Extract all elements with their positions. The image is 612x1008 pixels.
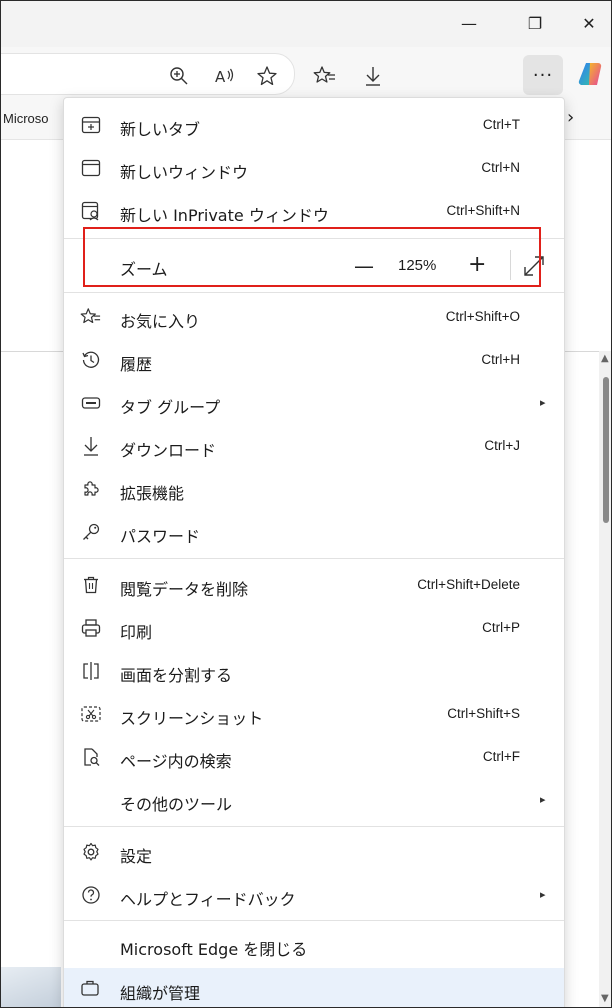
tab-group-icon xyxy=(80,392,102,414)
menu-item-label: その他のツール xyxy=(120,795,233,814)
scroll-up-icon[interactable]: ▲ xyxy=(601,353,609,364)
menu-item-shortcut: Ctrl+F xyxy=(482,749,520,764)
split-screen-icon xyxy=(80,660,102,682)
gear-icon xyxy=(80,841,102,863)
print-icon xyxy=(80,617,102,639)
menu-item-label: 新しいタブ xyxy=(120,120,201,139)
menu-item-extensions[interactable]: 拡張機能 xyxy=(64,468,564,510)
menu-item-label: タブ グループ xyxy=(120,398,221,417)
menu-item-label: ヘルプとフィードバック xyxy=(120,890,296,909)
history-icon xyxy=(80,349,102,371)
menu-separator xyxy=(64,826,564,827)
briefcase-icon xyxy=(80,978,100,1002)
menu-item-shortcut: Ctrl+T xyxy=(482,117,520,132)
title-bar: — ❐ ✕ xyxy=(1,1,611,47)
menu-item-favorites[interactable]: お気に入り Ctrl+Shift+O xyxy=(64,296,564,338)
menu-item-find-in-page[interactable]: ページ内の検索 Ctrl+F xyxy=(64,736,564,778)
managed-label: 組織が管理 xyxy=(120,984,201,1003)
page-image-fragment xyxy=(1,967,61,1007)
menu-item-label: ページ内の検索 xyxy=(120,752,232,771)
menu-item-shortcut: Ctrl+Shift+Delete xyxy=(417,577,520,592)
favorites-icon xyxy=(80,306,102,328)
read-aloud-icon[interactable]: A xyxy=(211,63,239,89)
menu-item-tab-groups[interactable]: タブ グループ ▸ xyxy=(64,382,564,424)
copilot-icon[interactable] xyxy=(577,59,607,89)
favorites-bar-chevron-icon[interactable]: › xyxy=(567,107,574,128)
screenshot-icon xyxy=(80,703,102,725)
download-icon xyxy=(80,435,102,457)
scroll-down-icon[interactable]: ▼ xyxy=(601,993,609,1004)
menu-item-label: Microsoft Edge を閉じる xyxy=(120,940,308,959)
trash-icon xyxy=(80,574,102,596)
minimize-button[interactable]: — xyxy=(449,7,489,39)
submenu-arrow-icon: ▸ xyxy=(540,396,546,409)
favorites-icon[interactable] xyxy=(311,63,339,89)
menu-item-label: 閲覧データを削除 xyxy=(120,580,249,599)
extensions-icon xyxy=(80,478,102,500)
downloads-icon[interactable] xyxy=(359,63,387,89)
browser-window: — ❐ ✕ A ··· Microso › ▲ ▼ 新しいタブ Ctrl+T 新… xyxy=(0,0,612,1008)
menu-item-new-window[interactable]: 新しいウィンドウ Ctrl+N xyxy=(64,147,564,189)
menu-item-print[interactable]: 印刷 Ctrl+P xyxy=(64,607,564,649)
restore-button[interactable]: ❐ xyxy=(515,7,555,39)
svg-text:A: A xyxy=(215,68,226,86)
submenu-arrow-icon: ▸ xyxy=(540,888,546,901)
menu-item-shortcut: Ctrl+H xyxy=(481,352,520,367)
menu-separator xyxy=(64,292,564,293)
help-icon xyxy=(80,884,102,906)
menu-item-shortcut: Ctrl+Shift+O xyxy=(445,309,520,324)
menu-item-label: 新しい InPrivate ウィンドウ xyxy=(120,206,329,225)
menu-item-clear-browsing-data[interactable]: 閲覧データを削除 Ctrl+Shift+Delete xyxy=(64,564,564,606)
menu-item-shortcut: Ctrl+N xyxy=(481,160,520,175)
menu-item-label: パスワード xyxy=(120,527,201,546)
address-bar[interactable] xyxy=(1,53,295,95)
favorites-bar-item[interactable]: Microso xyxy=(3,111,49,126)
toolbar: A ··· xyxy=(1,47,611,101)
menu-item-label: お気に入り xyxy=(120,312,201,331)
menu-item-label: 履歴 xyxy=(120,355,153,374)
menu-item-help-feedback[interactable]: ヘルプとフィードバック ▸ xyxy=(64,874,564,916)
menu-item-shortcut: Ctrl+Shift+N xyxy=(446,203,520,218)
new-tab-icon xyxy=(80,114,102,136)
menu-item-split-screen[interactable]: 画面を分割する xyxy=(64,650,564,692)
zoom-highlight-box xyxy=(83,227,541,287)
submenu-arrow-icon: ▸ xyxy=(540,793,546,806)
menu-item-label: 設定 xyxy=(120,847,153,866)
settings-and-more-button[interactable]: ··· xyxy=(523,55,563,95)
menu-item-label: スクリーンショット xyxy=(120,709,264,728)
menu-item-label: ダウンロード xyxy=(120,441,217,460)
menu-item-shortcut: Ctrl+J xyxy=(484,438,520,453)
menu-item-history[interactable]: 履歴 Ctrl+H xyxy=(64,339,564,381)
menu-item-passwords[interactable]: パスワード xyxy=(64,511,564,553)
menu-item-new-tab[interactable]: 新しいタブ Ctrl+T xyxy=(64,104,564,146)
menu-item-label: 画面を分割する xyxy=(120,666,233,685)
menu-item-settings[interactable]: 設定 xyxy=(64,831,564,873)
menu-item-close-edge[interactable]: Microsoft Edge を閉じる xyxy=(64,924,564,966)
key-icon xyxy=(80,521,102,543)
find-in-page-icon xyxy=(80,746,102,768)
menu-item-label: 印刷 xyxy=(120,623,153,642)
menu-item-more-tools[interactable]: その他のツール ▸ xyxy=(64,779,564,821)
new-window-icon xyxy=(80,157,102,179)
menu-item-shortcut: Ctrl+Shift+S xyxy=(447,706,520,721)
menu-separator xyxy=(64,920,564,921)
menu-item-label: 新しいウィンドウ xyxy=(120,163,249,182)
menu-item-downloads[interactable]: ダウンロード Ctrl+J xyxy=(64,425,564,467)
menu-item-label: 拡張機能 xyxy=(120,484,185,503)
menu-item-shortcut: Ctrl+P xyxy=(482,620,520,635)
add-favorite-icon[interactable] xyxy=(253,63,281,89)
zoom-indicator-icon[interactable] xyxy=(165,63,193,89)
menu-separator xyxy=(64,558,564,559)
managed-by-organization[interactable]: 組織が管理 xyxy=(64,968,564,1007)
scrollbar-thumb[interactable] xyxy=(603,377,609,523)
close-window-button[interactable]: ✕ xyxy=(569,7,609,39)
inprivate-icon xyxy=(80,200,102,222)
menu-item-screenshot[interactable]: スクリーンショット Ctrl+Shift+S xyxy=(64,693,564,735)
menu-item-new-inprivate-window[interactable]: 新しい InPrivate ウィンドウ Ctrl+Shift+N xyxy=(64,190,564,232)
